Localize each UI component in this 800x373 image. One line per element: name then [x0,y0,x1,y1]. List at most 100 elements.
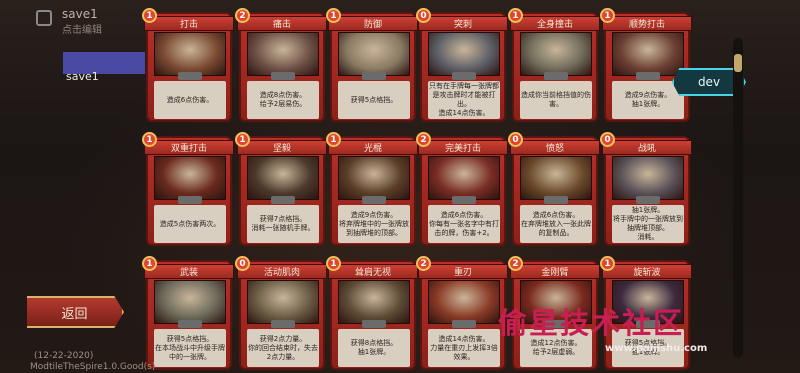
card-type-tag [452,320,476,328]
card-description: 获得5点格挡。 [338,81,410,119]
card-art [247,280,319,324]
card-cost: 1 [142,256,157,271]
card-art [338,280,410,324]
card-cost: 1 [326,8,341,23]
card-art [154,280,226,324]
card[interactable]: 痛击 2 造成8点伤害。 给予2层易伤。 [235,8,327,122]
card-art [520,32,592,76]
card-type-tag [452,72,476,80]
card-art [247,32,319,76]
card-cost: 1 [508,8,523,23]
card-description: 造成你当前格挡值的伤害。 [520,81,592,119]
card-name: 打击 [144,16,234,31]
card-name: 痛击 [237,16,327,31]
card[interactable]: 光棍 1 造成9点伤害。 将弃牌堆中的一张牌放到抽牌堆的顶部。 [326,132,418,246]
card-art [612,32,684,76]
card-art [428,280,500,324]
card-cost: 0 [600,132,615,147]
card-cost: 2 [416,256,431,271]
card-art [338,32,410,76]
card-description: 获得2点力量。 你的回合结束时，失去2点力量。 [247,329,319,367]
card-cost: 1 [142,132,157,147]
back-button[interactable]: 返回 [27,296,124,328]
card[interactable]: 防御 1 获得5点格挡。 [326,8,418,122]
card-name: 顺势打击 [602,16,692,31]
card-cost: 1 [600,8,615,23]
card-name: 防御 [328,16,418,31]
card-description: 抽1张牌。 将手牌中的一张牌放到抽牌堆顶部。 消耗。 [612,205,684,243]
card-cost: 1 [600,256,615,271]
card-description: 只有在手牌每一张牌都是攻击牌时才能被打出。 造成14点伤害。 [428,81,500,119]
card[interactable]: 全身撞击 1 造成你当前格挡值的伤害。 [508,8,600,122]
card[interactable]: 耸肩无视 1 获得8点格挡。 抽1张牌。 [326,256,418,370]
card-type-tag [178,72,202,80]
card-description: 获得5点格挡。 在本场战斗中升级手牌中的一张牌。 [154,329,226,367]
card[interactable]: 双重打击 1 造成5点伤害两次。 [142,132,234,246]
card-name: 完美打击 [418,140,508,155]
card-description: 造成14点伤害。 力量在重刃上发挥3倍效果。 [428,329,500,367]
card[interactable]: 打击 1 造成6点伤害。 [142,8,234,122]
card-cost: 2 [416,132,431,147]
card-art [154,156,226,200]
card-type-tag [362,320,386,328]
card-type-tag [636,196,660,204]
watermark-url: www.paijishu.com [605,343,708,354]
card-cost: 2 [235,8,250,23]
card[interactable]: 重刃 2 造成14点伤害。 力量在重刃上发挥3倍效果。 [416,256,508,370]
card-name: 光棍 [328,140,418,155]
card-name: 耸肩无视 [328,264,418,279]
card-name: 全身撞击 [510,16,600,31]
card-cost: 0 [416,8,431,23]
card-description: 造成6点伤害。 你每有一张名字中有打击的牌，伤害+2。 [428,205,500,243]
card-description: 造成5点伤害两次。 [154,205,226,243]
card-art [247,156,319,200]
card-name: 战吼 [602,140,692,155]
card-name: 愤怒 [510,140,600,155]
card-art [338,156,410,200]
card-name: 武装 [144,264,234,279]
mod-version: ModtileTheSpire1.0.Good(s) [30,362,156,372]
card-type-tag [544,196,568,204]
card-art [428,32,500,76]
card-type-tag [636,72,660,80]
card-description: 造成6点伤害。 [154,81,226,119]
card-name: 金刚臂 [510,264,600,279]
card-type-tag [178,196,202,204]
card-cost: 1 [142,8,157,23]
card-type-tag [271,320,295,328]
build-date: (12-22-2020) [34,351,94,361]
card[interactable]: 愤怒 0 造成6点伤害。 在弃牌堆放入一张此牌的复制品。 [508,132,600,246]
card-description: 获得7点格挡。 消耗一张随机手牌。 [247,205,319,243]
save-slot-icon[interactable] [36,10,52,26]
card-description: 造成8点伤害。 给予2层易伤。 [247,81,319,119]
card[interactable]: 突刺 0 只有在手牌每一张牌都是攻击牌时才能被打出。 造成14点伤害。 [416,8,508,122]
card-cost: 2 [508,256,523,271]
card-cost: 0 [508,132,523,147]
card[interactable]: 武装 1 获得5点格挡。 在本场战斗中升级手牌中的一张牌。 [142,256,234,370]
card[interactable]: 完美打击 2 造成6点伤害。 你每有一张名字中有打击的牌，伤害+2。 [416,132,508,246]
card-type-tag [271,72,295,80]
card-description: 造成9点伤害。 将弃牌堆中的一张牌放到抽牌堆的顶部。 [338,205,410,243]
card-cost: 1 [235,132,250,147]
card-cost: 0 [235,256,250,271]
card-type-tag [362,72,386,80]
card[interactable]: 战吼 0 抽1张牌。 将手牌中的一张牌放到抽牌堆顶部。 消耗。 [600,132,692,246]
card-cost: 1 [326,256,341,271]
card-name: 重刃 [418,264,508,279]
card-type-tag [452,196,476,204]
card[interactable]: 顺势打击 1 造成9点伤害。 抽1张牌。 [600,8,692,122]
save-slot-subtitle[interactable]: 点击编辑 [62,21,102,36]
card-name: 活动肌肉 [237,264,327,279]
scrollbar-thumb[interactable] [734,54,742,72]
save-slot-title[interactable]: save1 [62,7,98,21]
card[interactable]: 坚毅 1 获得7点格挡。 消耗一张随机手牌。 [235,132,327,246]
card[interactable]: 活动肌肉 0 获得2点力量。 你的回合结束时，失去2点力量。 [235,256,327,370]
card-type-tag [178,320,202,328]
card-art [520,156,592,200]
card-type-tag [271,196,295,204]
card-name: 坚毅 [237,140,327,155]
save-name-label: save1 [66,70,99,83]
card-cost: 1 [326,132,341,147]
card-description: 造成6点伤害。 在弃牌堆放入一张此牌的复制品。 [520,205,592,243]
card-description: 获得8点格挡。 抽1张牌。 [338,329,410,367]
